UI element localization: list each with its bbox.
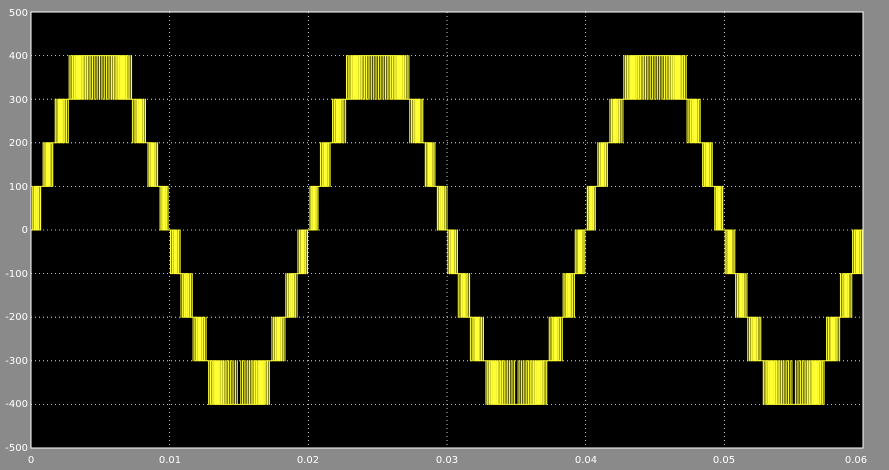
x-tick-label: 0 [28, 455, 34, 466]
y-tick-label: -500 [5, 443, 28, 454]
x-tick-label: 0.04 [575, 455, 597, 466]
y-tick-label: 0 [22, 225, 28, 236]
y-tick-label: 100 [9, 182, 28, 193]
x-tick-label: 0.06 [845, 455, 867, 466]
y-tick-label: 300 [9, 95, 28, 106]
y-tick-label: -100 [5, 269, 28, 280]
y-tick-label: 400 [9, 51, 28, 62]
y-tick-label: 500 [9, 8, 28, 19]
y-tick-label: 200 [9, 138, 28, 149]
x-tick-label: 0.02 [297, 455, 319, 466]
x-tick-label: 0.01 [159, 455, 181, 466]
y-axis-ticks: 500 400 300 200 100 0 -100 -200 -300 -40… [5, 8, 28, 454]
x-tick-label: 0.03 [436, 455, 458, 466]
y-tick-label: -300 [5, 356, 28, 367]
x-axis-ticks: 0 0.01 0.02 0.03 0.04 0.05 0.06 [28, 455, 867, 466]
y-tick-label: -200 [5, 312, 28, 323]
y-tick-label: -400 [5, 399, 28, 410]
scope-chart: 500 400 300 200 100 0 -100 -200 -300 -40… [5, 8, 867, 466]
x-tick-label: 0.05 [713, 455, 735, 466]
